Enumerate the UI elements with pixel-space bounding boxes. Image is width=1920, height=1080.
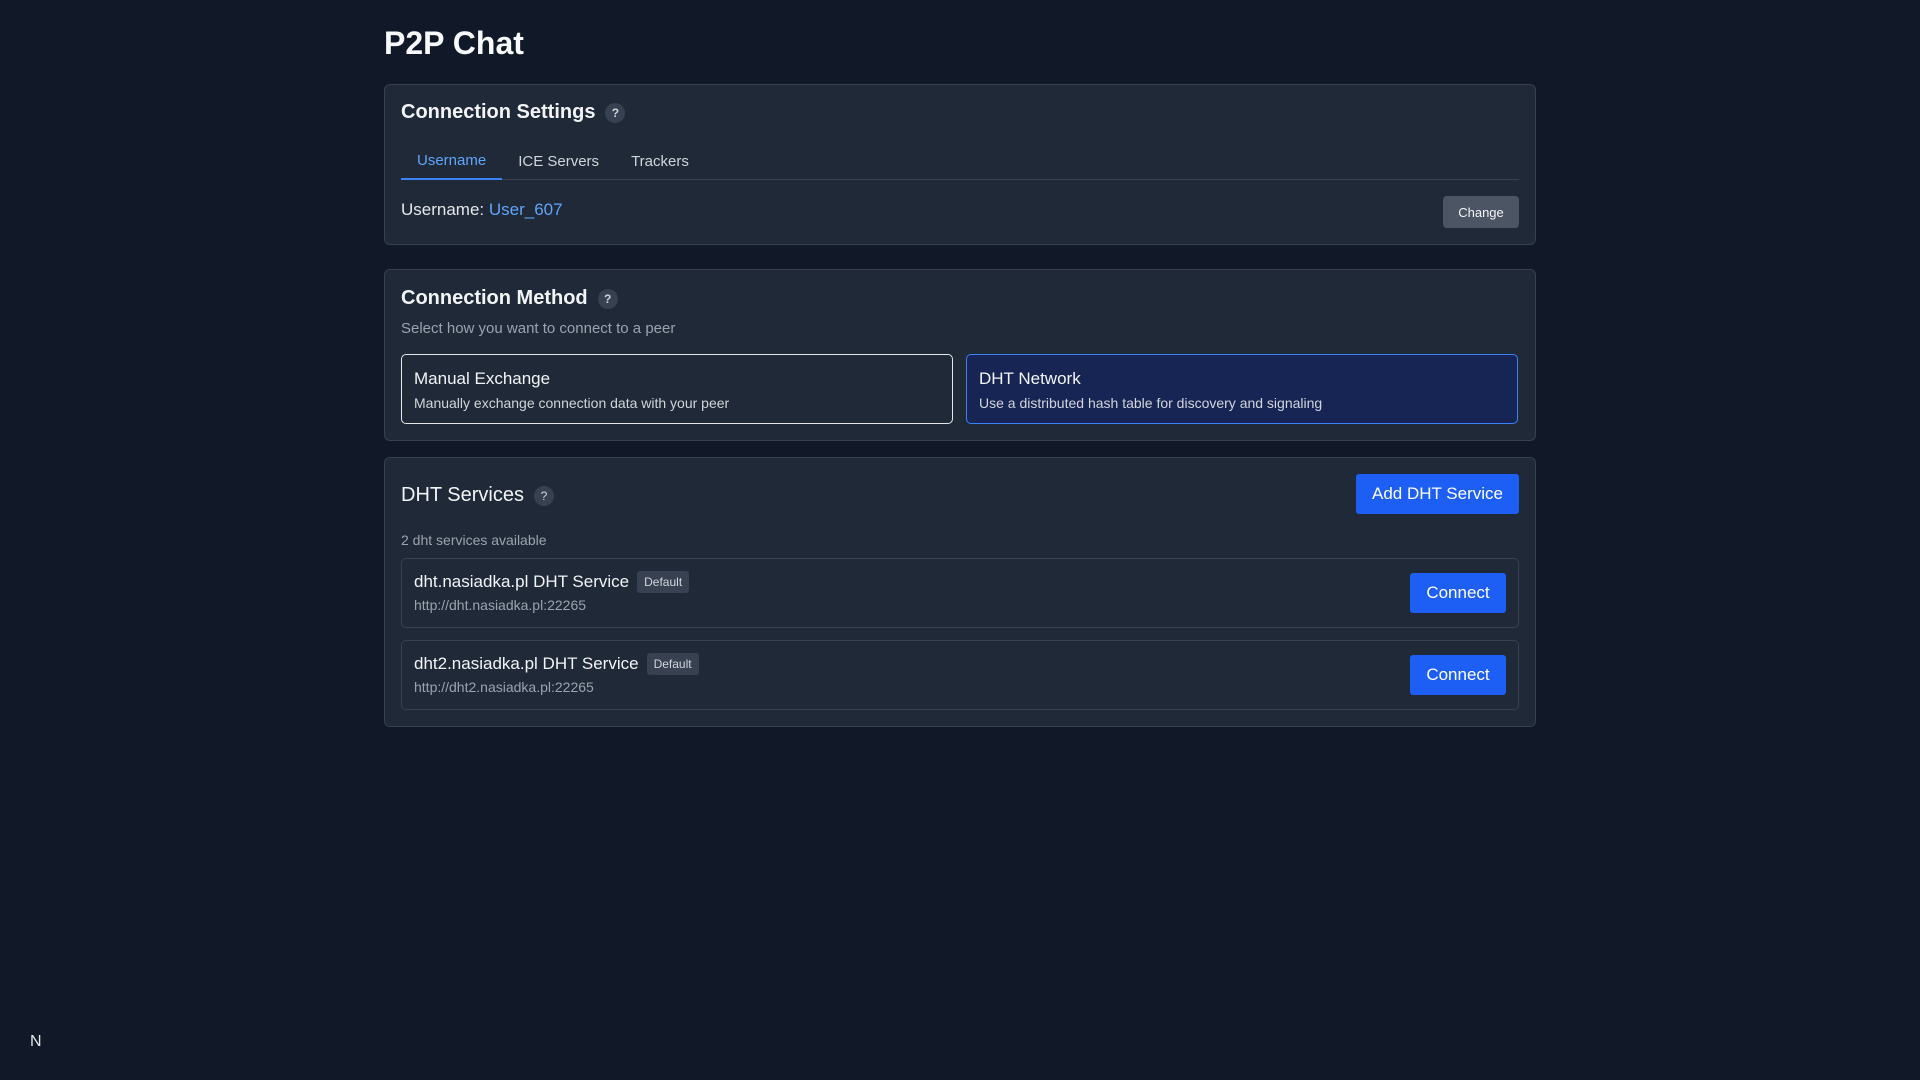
list-item: dht.nasiadka.pl DHT Service Default http… [401, 558, 1519, 628]
help-icon[interactable]: ? [534, 485, 554, 506]
change-username-button[interactable]: Change [1443, 196, 1519, 228]
service-url: http://dht2.nasiadka.pl:22265 [414, 679, 594, 695]
connection-method-subtitle: Select how you want to connect to a peer [401, 320, 676, 337]
dht-network-option[interactable]: DHT Network Use a distributed hash table… [966, 354, 1518, 424]
service-url: http://dht.nasiadka.pl:22265 [414, 597, 587, 613]
dht-services-count: 2 dht services available [401, 532, 547, 548]
nextjs-logo-icon[interactable]: N [30, 1033, 42, 1051]
manual-exchange-option[interactable]: Manual Exchange Manually exchange connec… [401, 354, 953, 424]
service-name-row: dht2.nasiadka.pl DHT Service Default [414, 653, 1506, 675]
tab-trackers[interactable]: Trackers [615, 142, 705, 180]
tab-ice-servers[interactable]: ICE Servers [502, 142, 615, 180]
service-name-row: dht.nasiadka.pl DHT Service Default [414, 571, 1506, 593]
service-name: dht.nasiadka.pl DHT Service [414, 572, 630, 591]
connect-button[interactable]: Connect [1410, 573, 1506, 613]
option-title: Manual Exchange [414, 369, 551, 388]
service-name: dht2.nasiadka.pl DHT Service [414, 654, 639, 673]
default-badge: Default [646, 653, 699, 675]
help-icon[interactable]: ? [597, 288, 618, 309]
username-row: Username: User_607 [401, 200, 563, 220]
default-badge: Default [637, 571, 690, 593]
connection-method-heading: Connection Method [401, 287, 588, 309]
connection-settings-title: Connection Settings ? [401, 101, 626, 124]
app-title: P2P Chat [384, 25, 524, 61]
list-item: dht2.nasiadka.pl DHT Service Default htt… [401, 640, 1519, 710]
add-dht-service-button[interactable]: Add DHT Service [1356, 474, 1519, 514]
username-value: User_607 [488, 200, 563, 219]
dht-services-title: DHT Services ? [401, 484, 554, 507]
connection-settings-heading: Connection Settings [401, 101, 596, 123]
connect-button[interactable]: Connect [1410, 655, 1506, 695]
username-label: Username: [401, 200, 485, 219]
option-title: DHT Network [979, 369, 1081, 388]
settings-tabs: Username ICE Servers Trackers [401, 142, 1519, 180]
connection-method-title: Connection Method ? [401, 287, 618, 310]
option-description: Manually exchange connection data with y… [414, 395, 730, 411]
dht-services-heading: DHT Services [401, 484, 524, 506]
tab-username[interactable]: Username [401, 142, 503, 180]
option-description: Use a distributed hash table for discove… [979, 395, 1323, 411]
help-icon[interactable]: ? [605, 102, 626, 123]
